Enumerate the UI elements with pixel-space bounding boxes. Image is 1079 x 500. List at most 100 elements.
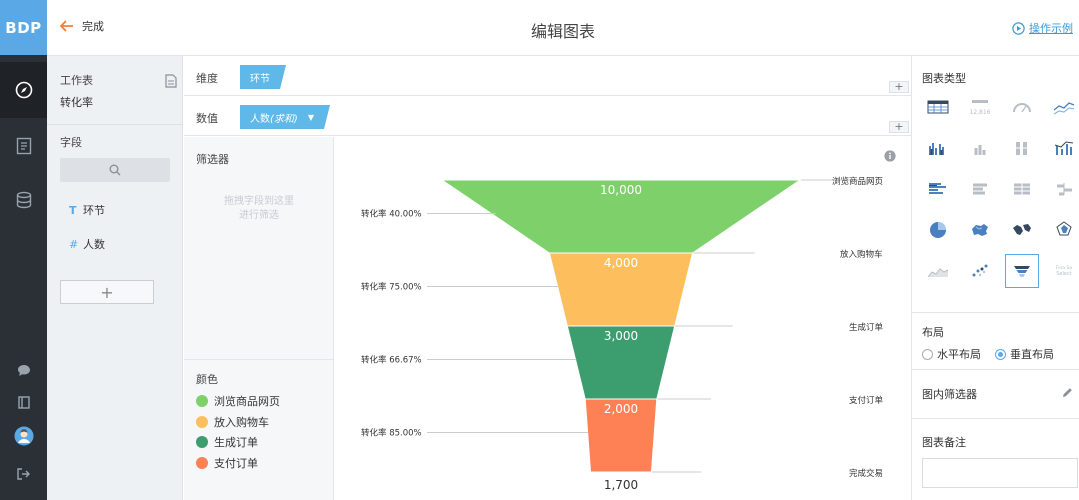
legend-item[interactable]: 浏览商品网页 <box>196 393 280 409</box>
field-item[interactable]: T 环节 <box>69 202 105 218</box>
chart-type-pie-chart-button[interactable] <box>921 213 955 247</box>
legend-swatch <box>196 416 208 428</box>
chart-type-bar-chart-button[interactable] <box>921 172 955 206</box>
final-stage-name-label: 完成交易 <box>849 468 883 479</box>
stage-name-label: 放入购物车 <box>840 249 883 260</box>
add-dimension-button[interactable]: + <box>889 81 909 93</box>
field-name: 人数 <box>83 238 105 251</box>
dashboard-nav-button[interactable] <box>0 118 47 174</box>
dimension-pill[interactable]: 环节 <box>240 65 286 89</box>
segment-value-label: 3,000 <box>604 329 638 343</box>
filter-drop-zone[interactable]: 拖拽字段到这里 进行筛选 <box>204 195 314 223</box>
stacked-column-icon <box>974 145 986 155</box>
value-pill-agg: (求和) <box>270 113 298 125</box>
world-map-icon <box>1013 224 1031 235</box>
value-pill[interactable]: 人数 (求和) ▼ <box>240 105 330 129</box>
horizontal-layout-radio[interactable] <box>922 348 933 360</box>
config-panel: 图表类型 12,816 Fina Sa Select 布局 水平布局 垂直布局 图内… <box>911 56 1079 500</box>
radar-icon <box>1056 221 1072 236</box>
chart-type-bidirectional-bar-button[interactable] <box>1047 172 1079 206</box>
chart-type-stacked-column-button[interactable] <box>963 131 997 165</box>
explore-nav-button[interactable] <box>0 62 47 118</box>
chart-type-funnel-button[interactable] <box>1005 254 1039 288</box>
chart-type-table-button[interactable] <box>921 90 955 124</box>
sheet-info-button[interactable] <box>165 74 177 91</box>
docs-button[interactable] <box>0 390 47 414</box>
chart-type-china-map-button[interactable] <box>963 213 997 247</box>
field-search-button[interactable] <box>60 158 170 182</box>
legend-swatch <box>196 436 208 448</box>
line-chart-icon <box>1053 102 1075 115</box>
logout-icon <box>17 468 30 480</box>
final-value-label: 1,700 <box>604 478 638 492</box>
logout-button[interactable] <box>0 462 47 486</box>
number-type-icon: # <box>69 237 79 251</box>
pencil-icon[interactable] <box>1062 387 1073 398</box>
chart-canvas: 10,000 转化率 40.00% 浏览商品网页 4,000 转化率 75.00% 放入购… <box>335 137 911 500</box>
percent-bar-icon <box>1014 183 1030 195</box>
chart-type-radar-button[interactable] <box>1047 213 1079 247</box>
compass-icon <box>15 81 32 99</box>
legend-item[interactable]: 放入购物车 <box>196 414 269 430</box>
user-avatar[interactable] <box>0 424 47 448</box>
chart-type-column-chart-button[interactable] <box>921 131 955 165</box>
gauge-icon <box>1013 103 1031 113</box>
percent-column-icon <box>1016 142 1027 155</box>
text-type-icon: T <box>69 203 77 217</box>
messages-button[interactable] <box>0 358 47 382</box>
chart-type-area-chart-button[interactable] <box>921 254 955 288</box>
bidirectional-bar-icon <box>1057 183 1072 196</box>
chart-type-stacked-bar-button[interactable] <box>963 172 997 206</box>
field-item[interactable]: # 人数 <box>69 236 105 252</box>
chart-type-word-cloud-button[interactable]: Fina Sa Select <box>1047 254 1079 288</box>
legend-item[interactable]: 支付订单 <box>196 455 258 471</box>
stage-name-label: 浏览商品网页 <box>832 176 883 187</box>
segment-value-label: 4,000 <box>604 256 638 270</box>
add-field-button[interactable]: + <box>60 280 154 304</box>
app-logo: BDP <box>0 0 47 55</box>
column-chart-icon <box>929 143 944 155</box>
chart-type-kpi-number-button[interactable]: 12,816 <box>963 90 997 124</box>
stage-name-label: 生成订单 <box>849 322 884 333</box>
svg-text:12,816: 12,816 <box>970 109 991 116</box>
data-panel: 工作表 转化率 字段 T 环节 # 人数 + <box>47 56 183 500</box>
database-icon <box>16 191 31 209</box>
chart-type-percent-column-button[interactable] <box>1005 131 1039 165</box>
demo-link[interactable]: 操作示例 <box>1012 20 1073 36</box>
avatar-icon <box>14 426 33 446</box>
legend-item[interactable]: 生成订单 <box>196 434 258 450</box>
vertical-layout-radio[interactable] <box>995 348 1006 360</box>
panel-divider <box>912 418 1079 419</box>
filter-label: 筛选器 <box>196 153 229 166</box>
value-shelf: 数值 人数 (求和) ▼ + <box>184 96 911 136</box>
data-nav-button[interactable] <box>0 172 47 228</box>
info-icon[interactable] <box>884 150 896 162</box>
chart-type-percent-bar-button[interactable] <box>1005 172 1039 206</box>
chart-type-gauge-button[interactable] <box>1005 90 1039 124</box>
pie-chart-icon <box>930 222 946 238</box>
chart-type-world-map-button[interactable] <box>1005 213 1039 247</box>
stacked-bar-icon <box>973 183 987 195</box>
drop-hint-line: 进行筛选 <box>239 210 279 221</box>
conversion-rate-label: 转化率 66.67% <box>361 355 422 366</box>
chart-type-combo-chart-button[interactable] <box>1047 131 1079 165</box>
book-icon <box>17 395 30 409</box>
page-title: 编辑图表 <box>530 22 595 41</box>
chat-icon <box>17 364 30 376</box>
bar-chart-icon <box>929 183 946 194</box>
sheet-label: 工作表 <box>60 74 93 87</box>
add-value-button[interactable]: + <box>889 121 909 133</box>
chart-type-line-chart-button[interactable] <box>1047 90 1079 124</box>
inner-filter-label: 图内筛选器 <box>922 388 977 401</box>
legend-swatch <box>196 395 208 407</box>
legend-label: 生成订单 <box>214 436 258 449</box>
panel-divider <box>912 369 1079 370</box>
value-pill-label: 人数 <box>250 113 270 125</box>
chart-type-scatter-button[interactable] <box>963 254 997 288</box>
legend-label: 放入购物车 <box>214 416 269 429</box>
combo-chart-icon <box>1054 141 1074 155</box>
fields-label: 字段 <box>60 136 82 149</box>
funnel-chart: 10,000 转化率 40.00% 浏览商品网页 4,000 转化率 75.00% 放入购… <box>361 176 884 492</box>
caret-down-icon[interactable]: ▼ <box>308 113 314 122</box>
chart-note-input[interactable] <box>922 458 1078 488</box>
